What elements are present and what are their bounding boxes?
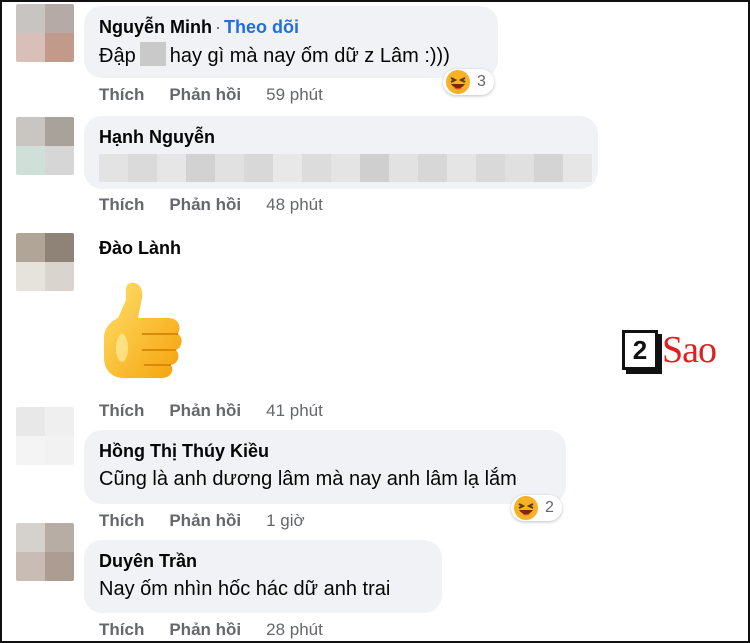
reply-button[interactable]: Phản hồi <box>169 511 241 531</box>
comment-bubble: Hạnh Nguyễn <box>84 116 598 189</box>
comment-text: Đập hay gì mà nay ốm dữ z Lâm :))) <box>99 42 483 69</box>
comment-bubble: Duyên Trần Nay ốm nhìn hốc hác dữ anh tr… <box>84 540 442 613</box>
thumbs-up-sticker-icon <box>98 278 184 382</box>
censored-word <box>139 42 166 66</box>
comment-author[interactable]: Nguyễn Minh <box>99 17 212 37</box>
comment-author[interactable]: Hạnh Nguyễn <box>99 126 583 148</box>
avatar[interactable] <box>16 407 74 465</box>
follow-link[interactable]: Theo dõi <box>224 17 299 37</box>
like-button[interactable]: Thích <box>99 620 144 640</box>
comment-time[interactable]: 48 phút <box>266 195 323 215</box>
comment-text-part: Đập <box>99 45 136 67</box>
reaction-count: 3 <box>477 73 486 90</box>
like-button[interactable]: Thích <box>99 511 144 531</box>
comment-bubble: Hồng Thị Thúy Kiều Cũng là anh dương lâm… <box>84 430 566 504</box>
reply-button[interactable]: Phản hồi <box>169 85 241 105</box>
watermark-number: 2 <box>622 330 658 370</box>
comment-author[interactable]: Hồng Thị Thúy Kiều <box>99 440 551 462</box>
reply-button[interactable]: Phản hồi <box>169 620 241 640</box>
comment-actions: Thích Phản hồi 48 phút <box>99 195 323 215</box>
reply-button[interactable]: Phản hồi <box>169 401 241 421</box>
watermark-logo: 2 Sao <box>622 326 717 374</box>
reaction-summary[interactable]: 2 <box>511 495 562 521</box>
comment-author-line: Nguyễn Minh · Theo dõi <box>99 16 483 38</box>
comment-text: Cũng là anh dương lâm mà nay anh lâm lạ … <box>99 468 517 490</box>
reaction-summary[interactable]: 3 <box>443 69 494 95</box>
blurred-comment-text <box>99 154 592 182</box>
comment-actions: Thích Phản hồi 59 phút <box>99 85 323 105</box>
laughing-emoji-icon <box>446 70 470 94</box>
like-button[interactable]: Thích <box>99 85 144 105</box>
reply-button[interactable]: Phản hồi <box>169 195 241 215</box>
reaction-count: 2 <box>545 499 554 516</box>
comment-actions: Thích Phản hồi 1 giờ <box>99 511 305 531</box>
comment-text: Nay ốm nhìn hốc hác dữ anh trai <box>99 578 391 600</box>
comment-time[interactable]: 1 giờ <box>266 511 305 531</box>
comment-time[interactable]: 41 phút <box>266 401 323 421</box>
comment-time[interactable]: 59 phút <box>266 85 323 105</box>
avatar[interactable] <box>16 117 74 175</box>
avatar[interactable] <box>16 523 74 581</box>
watermark-word: Sao <box>662 329 717 371</box>
comment-author[interactable]: Đào Lành <box>99 237 181 259</box>
laughing-emoji-icon <box>514 496 538 520</box>
separator-dot: · <box>215 17 221 37</box>
avatar[interactable] <box>16 4 74 62</box>
comment-text-part: hay gì mà nay ốm dữ z Lâm :))) <box>169 45 450 67</box>
comment-bubble: Nguyễn Minh · Theo dõi Đập hay gì mà nay ốm… <box>84 6 498 78</box>
comment-author[interactable]: Duyên Trần <box>99 550 427 572</box>
comment-actions: Thích Phản hồi 41 phút <box>99 401 323 421</box>
like-button[interactable]: Thích <box>99 195 144 215</box>
comment-actions: Thích Phản hồi 28 phút <box>99 620 323 640</box>
avatar[interactable] <box>16 233 74 291</box>
like-button[interactable]: Thích <box>99 401 144 421</box>
comment-time[interactable]: 28 phút <box>266 620 323 640</box>
